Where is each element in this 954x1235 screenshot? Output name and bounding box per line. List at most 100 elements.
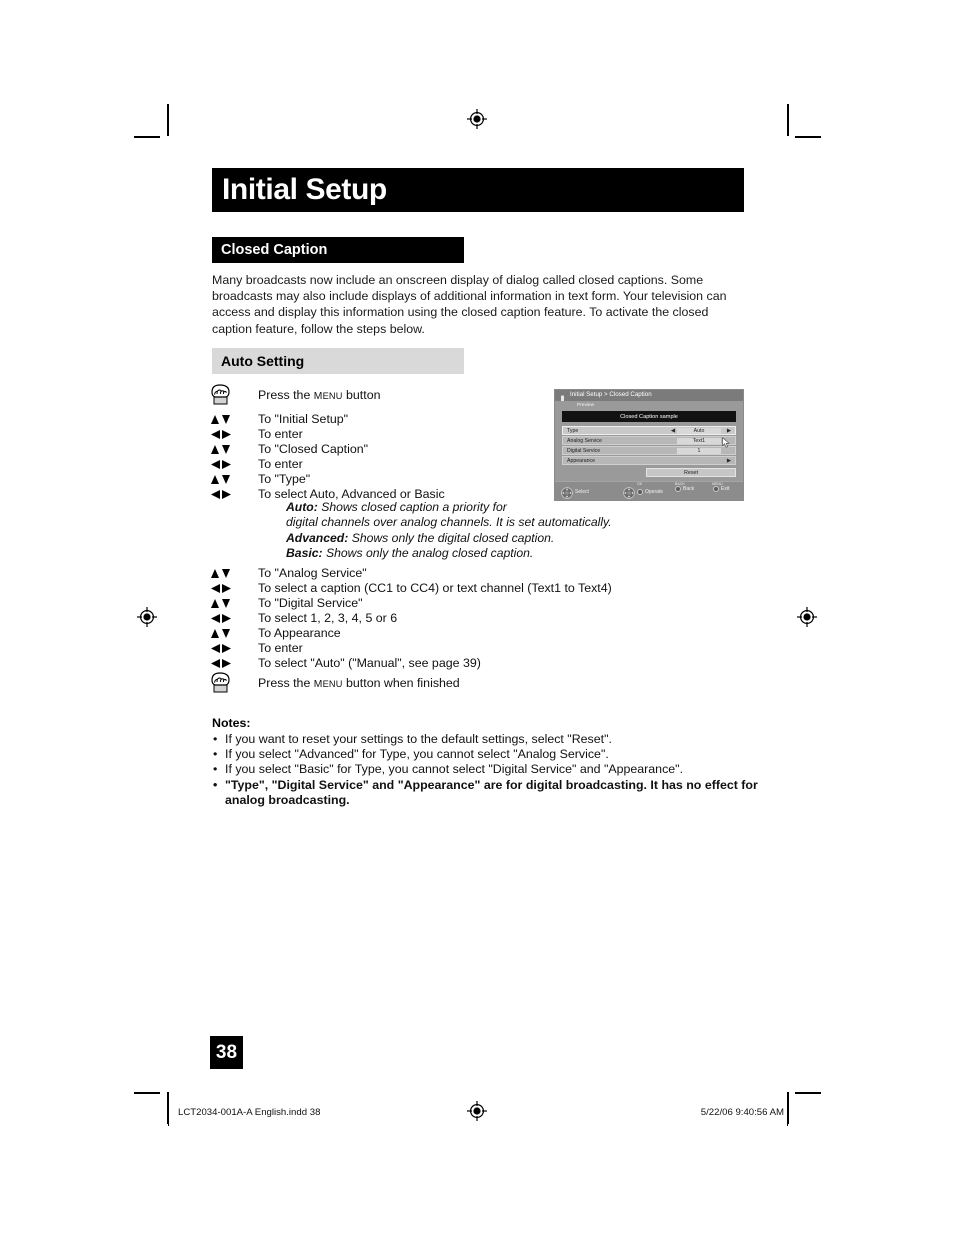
- notes-heading: Notes:: [212, 716, 251, 730]
- step-text: To enter: [258, 641, 303, 655]
- step-row: Press the MENU button when finished: [208, 671, 678, 700]
- osd-right-arrow-icon[interactable]: ▶: [727, 428, 731, 434]
- section-heading-bar: Closed Caption: [212, 237, 464, 263]
- step-text: To enter: [258, 427, 303, 441]
- step-icon-cell: [208, 581, 258, 596]
- step-icon-cell: [208, 442, 258, 457]
- step-row: To "Digital Service": [208, 596, 678, 611]
- bullet-icon: •: [213, 747, 218, 762]
- step-text-pre: Press the: [258, 676, 314, 690]
- up-down-arrows-icon: [208, 472, 238, 487]
- osd-row-label: Appearance: [567, 458, 595, 464]
- step-row: To "Analog Service": [208, 566, 678, 581]
- step-text: To select a caption (CC1 to CC4) or text…: [258, 581, 612, 595]
- step-text-post: button: [342, 388, 381, 402]
- left-right-arrows-icon: [208, 641, 238, 656]
- osd-row-label: Analog Service: [567, 438, 602, 444]
- subsection-heading-bar: Auto Setting: [212, 348, 464, 374]
- step-text-pre: Press the: [258, 388, 314, 402]
- step-text-smallcaps-rest: ENU: [322, 679, 343, 689]
- osd-row-digital-service[interactable]: Digital Service 1: [562, 446, 736, 455]
- explanation-desc: Shows only the analog closed caption.: [322, 546, 534, 561]
- osd-row-analog-service[interactable]: Analog Service Text1: [562, 436, 736, 445]
- notes-list: • If you want to reset your settings to t…: [212, 732, 772, 808]
- left-right-arrows-icon: [208, 457, 238, 472]
- step-icon-cell: [208, 566, 258, 581]
- subsection-heading: Auto Setting: [221, 353, 305, 369]
- osd-screenshot: Initial Setup > Closed Caption Preview C…: [554, 389, 744, 501]
- type-option-explanations: Auto: Shows closed caption a priority fo…: [286, 500, 686, 562]
- osd-breadcrumb: Initial Setup > Closed Caption: [570, 391, 652, 399]
- osd-row-label: Type: [567, 428, 579, 434]
- explanation-line: Basic: Shows only the analog closed capt…: [286, 546, 686, 561]
- osd-reset-button[interactable]: Reset: [646, 468, 736, 477]
- osd-left-arrow-icon[interactable]: ◀: [671, 428, 675, 434]
- osd-legend-label: Back: [683, 485, 695, 492]
- osd-caption-sample: Closed Caption sample: [562, 411, 736, 422]
- page-title-bar: Initial Setup: [212, 168, 744, 212]
- step-text: Press the MENU button: [258, 383, 380, 404]
- explanation-desc: Shows closed caption a priority for: [317, 500, 507, 514]
- osd-legend-label: Operate: [645, 488, 664, 495]
- explanation-line: Advanced: Shows only the digital closed …: [286, 531, 686, 546]
- left-right-arrows-icon: [208, 427, 238, 442]
- step-text: To "Closed Caption": [258, 442, 369, 456]
- page-number-badge: 38: [210, 1036, 243, 1069]
- left-right-arrows-icon: [208, 581, 238, 596]
- step-icon-cell: [208, 671, 258, 700]
- step-icon-cell: [208, 641, 258, 656]
- osd-legend-back: Back: [675, 486, 694, 492]
- osd-header: Initial Setup > Closed Caption: [555, 390, 743, 404]
- step-text-post: button when finished: [342, 676, 460, 690]
- step-icon-cell: [208, 626, 258, 641]
- up-down-arrows-icon: [208, 412, 238, 427]
- hand-press-icon: [208, 383, 234, 412]
- osd-legend-sup-back: BACK: [675, 482, 685, 486]
- note-text: If you select "Advanced" for Type, you c…: [225, 747, 609, 762]
- step-text: To select "Auto" ("Manual", see page 39): [258, 656, 481, 670]
- footer-file-name: LCT2034-001A-A English.indd 38: [178, 1107, 321, 1118]
- osd-right-arrow-icon[interactable]: ▶: [727, 458, 731, 464]
- footer-rule-left: [168, 1104, 169, 1126]
- bullet-icon: •: [213, 777, 218, 792]
- step-text-smallcaps: M: [313, 679, 323, 690]
- osd-row-value: Auto: [677, 428, 721, 435]
- osd-row-value: 1: [677, 448, 721, 455]
- back-button-icon: [675, 486, 681, 492]
- osd-legend-select: Select: [561, 486, 589, 499]
- osd-legend-sup-ok: OK: [637, 482, 643, 486]
- step-text: To "Initial Setup": [258, 412, 349, 426]
- step-text-smallcaps-rest: ENU: [322, 391, 343, 401]
- step-icon-cell: [208, 427, 258, 442]
- step-text: To "Analog Service": [258, 566, 367, 580]
- osd-legend-label: Exit: [721, 485, 730, 492]
- dpad-icon: [623, 486, 635, 499]
- step-icon-cell: [208, 472, 258, 487]
- step-row: To select a caption (CC1 to CC4) or text…: [208, 581, 678, 596]
- osd-legend-sup-menu: MENU: [712, 482, 723, 486]
- footer-timestamp: 5/22/06 9:40:56 AM: [700, 1107, 784, 1118]
- step-text: To Appearance: [258, 626, 341, 640]
- osd-row-appearance[interactable]: Appearance ▶: [562, 456, 736, 465]
- osd-preview-label: Preview: [577, 403, 595, 408]
- note-item: • If you select "Advanced" for Type, you …: [212, 747, 772, 762]
- osd-legend-exit: Exit: [713, 486, 729, 492]
- explanation-term: Basic:: [286, 546, 323, 561]
- step-icon-cell: [208, 611, 258, 626]
- menu-button-icon: [713, 486, 719, 492]
- note-text: If you want to reset your settings to th…: [225, 732, 612, 746]
- step-icon-cell: [208, 656, 258, 671]
- osd-cursor-icon: [722, 435, 731, 453]
- steps-list-group-2: To "Analog Service" To select a caption …: [208, 566, 678, 700]
- page-number: 38: [215, 1041, 238, 1063]
- section-heading: Closed Caption: [221, 242, 328, 258]
- step-text: To enter: [258, 457, 303, 471]
- step-icon-cell: [208, 412, 258, 427]
- up-down-arrows-icon: [208, 596, 238, 611]
- osd-legend-label: Select: [575, 488, 589, 495]
- osd-row-type[interactable]: Type ◀ Auto ▶: [562, 426, 736, 435]
- ok-button-icon: [637, 489, 643, 495]
- explanation-line: digital channels over analog channels. I…: [286, 515, 686, 530]
- step-text: To select 1, 2, 3, 4, 5 or 6: [258, 611, 398, 625]
- left-right-arrows-icon: [208, 487, 238, 502]
